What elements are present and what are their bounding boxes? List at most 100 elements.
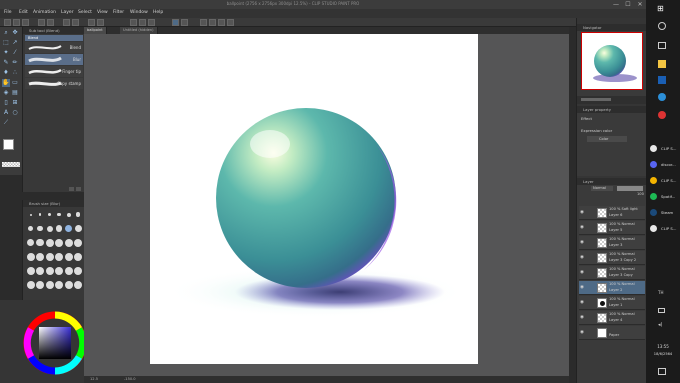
task-view-icon[interactable] bbox=[658, 42, 666, 49]
taskbar-app-button[interactable]: Spotif... bbox=[649, 192, 679, 202]
brush-item-finger-tip[interactable]: Finger tip bbox=[25, 66, 83, 77]
fit-screen-icon[interactable] bbox=[227, 19, 234, 26]
layer-name[interactable]: Layer 2 bbox=[609, 288, 622, 292]
brush-size-option[interactable] bbox=[74, 266, 82, 275]
main-color-swatch[interactable] bbox=[3, 139, 14, 150]
brush-size-option[interactable] bbox=[64, 266, 73, 275]
visibility-eye-icon[interactable]: ◉ bbox=[580, 240, 584, 245]
opacity-value[interactable]: 100 bbox=[637, 192, 644, 196]
layer-row[interactable]: ◉ 100 % Normal Layer 5 bbox=[579, 221, 645, 235]
close-button[interactable]: ✕ bbox=[634, 0, 646, 9]
rotate-tool-icon[interactable] bbox=[218, 19, 225, 26]
volume-icon[interactable]: ◂) bbox=[658, 322, 662, 328]
layer-row[interactable]: ◉ 100 % Normal Layer 2 bbox=[579, 281, 645, 295]
correct-line-icon[interactable]: ⟋ bbox=[2, 119, 10, 127]
search-icon[interactable] bbox=[658, 22, 666, 30]
brush-size-option[interactable] bbox=[28, 226, 33, 231]
balloon-icon[interactable]: ○ bbox=[11, 109, 19, 117]
snap-icon[interactable] bbox=[130, 19, 137, 26]
transparent-color-swatch[interactable] bbox=[2, 162, 20, 167]
brush-size-option[interactable] bbox=[38, 213, 42, 216]
taskbar-app-button[interactable]: CLIP S... bbox=[649, 144, 679, 154]
open-file-icon[interactable] bbox=[13, 19, 20, 26]
layer-row[interactable]: ◉ 100 % Normal Layer 3 bbox=[579, 236, 645, 250]
layer-name[interactable]: Layer 5 bbox=[609, 228, 622, 232]
new-file-icon[interactable] bbox=[4, 19, 11, 26]
brush-item-blur[interactable]: Blur bbox=[25, 54, 83, 65]
canvas-paper[interactable] bbox=[150, 34, 478, 364]
visibility-eye-icon[interactable]: ◉ bbox=[580, 330, 584, 335]
zoom-slider[interactable] bbox=[581, 98, 611, 101]
frame-icon[interactable]: ⊞ bbox=[11, 99, 19, 107]
minimize-button[interactable]: — bbox=[610, 0, 622, 9]
pencil-icon[interactable]: ✏ bbox=[11, 59, 19, 67]
document-tab[interactable]: Untitled (hidden) bbox=[120, 27, 158, 34]
transform-icon[interactable] bbox=[97, 19, 104, 26]
brush-size-option[interactable] bbox=[57, 212, 61, 217]
steam-icon[interactable] bbox=[658, 76, 666, 84]
layer-name[interactable]: Layer 3 Copy 2 bbox=[609, 258, 636, 262]
layer-name[interactable]: Layer 1 bbox=[609, 303, 622, 307]
eyedropper-icon[interactable]: ⁄ bbox=[11, 49, 19, 57]
text-tool-icon[interactable]: A bbox=[2, 109, 10, 117]
blend-mode-select[interactable]: Normal bbox=[591, 186, 613, 191]
brush-size-option[interactable] bbox=[29, 213, 32, 216]
brush-size-option[interactable] bbox=[55, 280, 63, 289]
menu-edit[interactable]: Edit bbox=[19, 10, 28, 15]
windows-start-icon[interactable]: ⊞ bbox=[657, 4, 666, 13]
layer-row[interactable]: ◉ 100 % Normal Layer 3 Copy 2 bbox=[579, 251, 645, 265]
delete-sub-tool-icon[interactable] bbox=[76, 187, 81, 191]
taskbar-app-button[interactable]: CLIP S... bbox=[649, 224, 679, 234]
auto-select-icon[interactable]: ✦ bbox=[2, 49, 10, 57]
gradient-icon[interactable]: ▤ bbox=[11, 89, 19, 97]
visibility-eye-icon[interactable]: ◉ bbox=[580, 270, 584, 275]
eraser-icon[interactable]: ▭ bbox=[11, 79, 19, 87]
brush-size-option[interactable] bbox=[46, 225, 53, 232]
brush-size-option[interactable] bbox=[37, 225, 43, 232]
brush-size-option[interactable] bbox=[26, 252, 35, 261]
hand-tool-icon[interactable] bbox=[209, 19, 216, 26]
move-icon[interactable]: ✥ bbox=[11, 29, 19, 37]
layer-row[interactable]: ◉ 100 % Soft light Layer 6 bbox=[579, 206, 645, 220]
layer-row[interactable]: ◉ 100 % Normal Layer 3 Copy bbox=[579, 266, 645, 280]
taskbar-app-button[interactable]: discor... bbox=[649, 160, 679, 170]
brush-icon[interactable]: ♦ bbox=[2, 69, 10, 77]
layer-row[interactable]: ◉ 100 % Normal Layer 4 bbox=[579, 311, 645, 325]
color-wheel[interactable] bbox=[22, 310, 88, 376]
fill-icon[interactable] bbox=[72, 19, 79, 26]
snap-ruler-icon[interactable] bbox=[139, 19, 146, 26]
sub-tool-group-tab[interactable]: Blend bbox=[25, 35, 83, 41]
stabilizer-icon[interactable] bbox=[181, 19, 188, 26]
layer-row[interactable]: ◉ Paper bbox=[579, 326, 645, 340]
network-icon[interactable] bbox=[658, 308, 665, 313]
brush-size-option[interactable] bbox=[36, 252, 44, 261]
menu-file[interactable]: File bbox=[4, 10, 12, 15]
brush-size-option[interactable] bbox=[74, 252, 82, 261]
taskbar-app-button[interactable]: CLIP S... bbox=[649, 176, 679, 186]
brush-size-option[interactable] bbox=[26, 266, 35, 275]
language-indicator[interactable]: TH bbox=[658, 290, 663, 295]
brush-size-option[interactable] bbox=[66, 212, 71, 217]
file-explorer-icon[interactable] bbox=[658, 60, 666, 68]
brush-item-copy-stamp[interactable]: Copy stamp bbox=[25, 78, 83, 89]
figure-icon[interactable]: ▯ bbox=[2, 99, 10, 107]
menu-animation[interactable]: Animation bbox=[33, 10, 56, 15]
visibility-eye-icon[interactable]: ◉ bbox=[580, 300, 584, 305]
layer-name[interactable]: Layer 3 Copy bbox=[609, 273, 633, 277]
brush-size-option[interactable] bbox=[64, 238, 73, 247]
save-icon[interactable] bbox=[22, 19, 29, 26]
layer-row[interactable]: ◉ 100 % Normal Layer 1 bbox=[579, 296, 645, 310]
document-tab-active[interactable]: ballpoint bbox=[84, 27, 107, 34]
brush-size-option[interactable] bbox=[36, 280, 44, 289]
add-sub-tool-icon[interactable] bbox=[69, 187, 74, 191]
clock-date[interactable]: 18/6/2564 bbox=[649, 352, 677, 356]
navigator-preview[interactable] bbox=[581, 32, 643, 90]
layer-name[interactable]: Layer 4 bbox=[609, 318, 622, 322]
brush-size-option[interactable] bbox=[64, 252, 73, 261]
brush-size-option[interactable] bbox=[75, 212, 81, 217]
brush-size-option[interactable] bbox=[55, 266, 63, 275]
brush-size-option[interactable] bbox=[45, 280, 54, 289]
undo-icon[interactable] bbox=[38, 19, 45, 26]
menu-layer[interactable]: Layer bbox=[61, 10, 74, 15]
select-icon[interactable]: ⬚ bbox=[2, 39, 10, 47]
